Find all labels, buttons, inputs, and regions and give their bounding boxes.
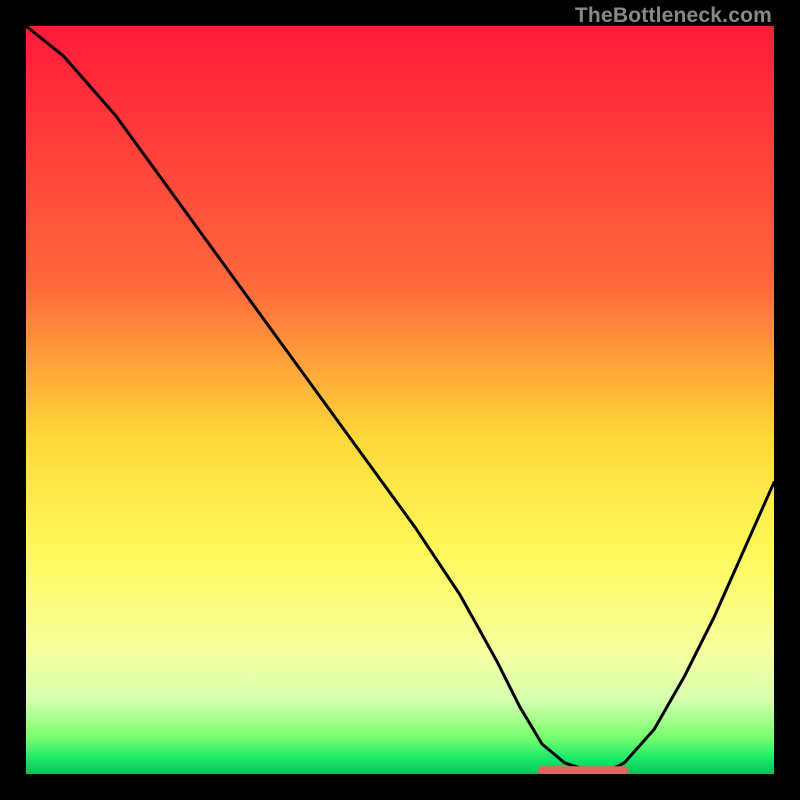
curve-layer (26, 26, 774, 774)
watermark-text: TheBottleneck.com (575, 4, 772, 28)
flat-cap-left-icon (538, 766, 546, 774)
chart-container: TheBottleneck.com (0, 0, 800, 800)
flat-cap-right-icon (620, 766, 628, 774)
plot-area (26, 26, 774, 774)
bottleneck-curve (26, 26, 774, 770)
